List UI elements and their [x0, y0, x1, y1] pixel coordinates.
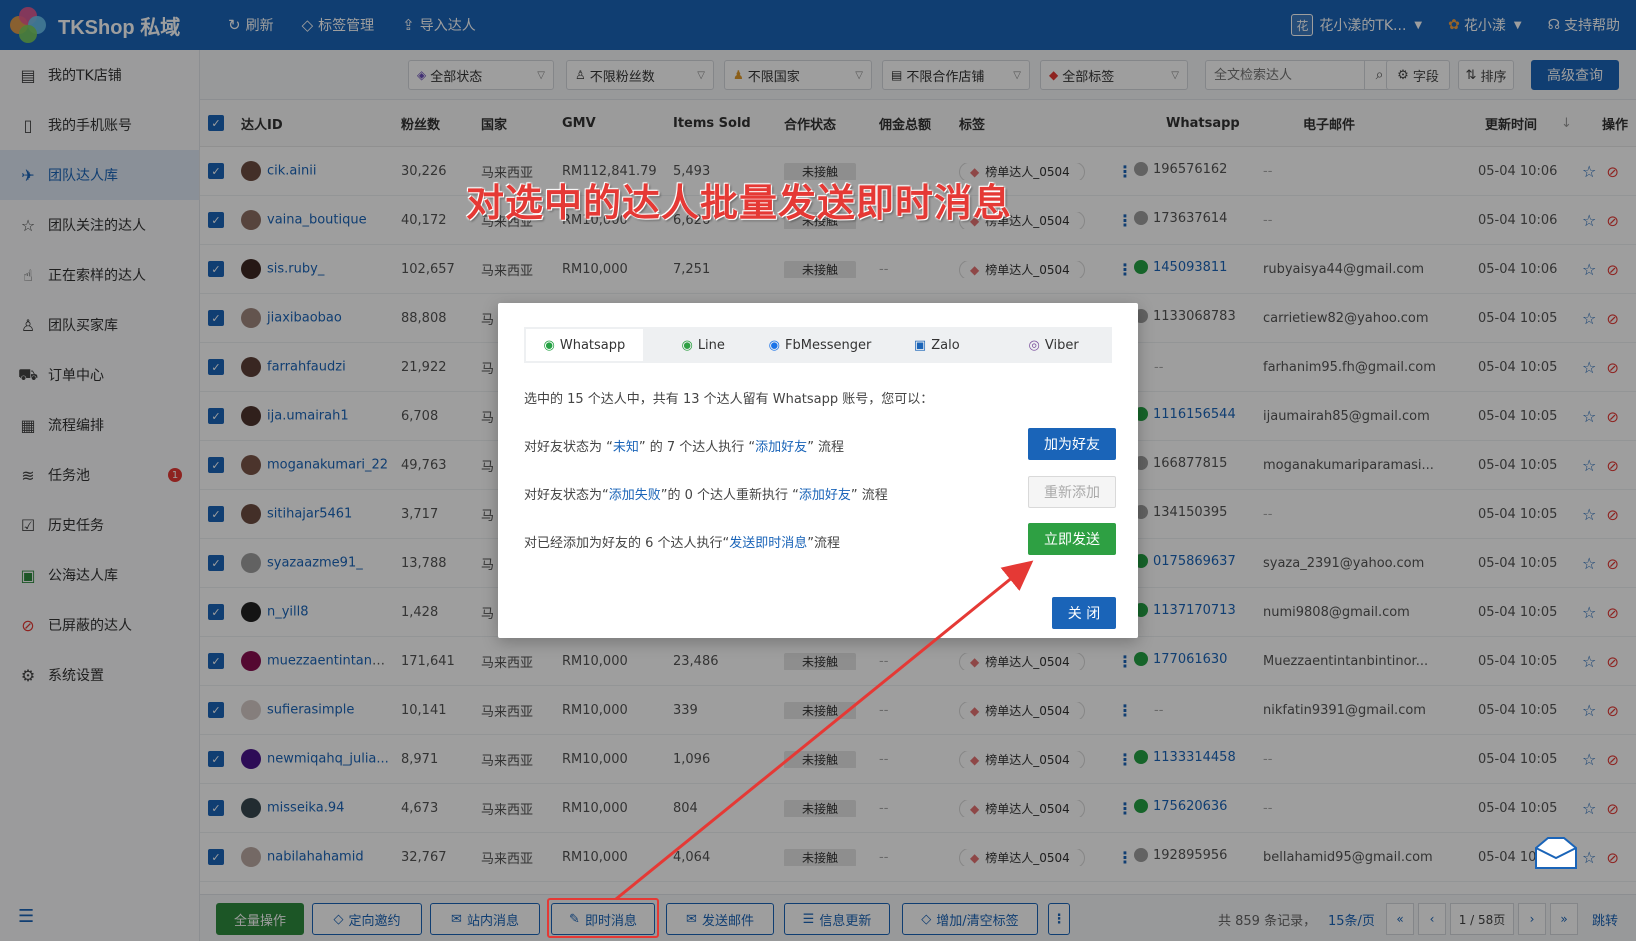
send-now-button[interactable]: 立即发送 [1028, 523, 1116, 555]
add-friend-button[interactable]: 加为好友 [1028, 428, 1116, 460]
tab-fbmessenger[interactable]: ◉ FbMessenger [762, 327, 879, 363]
tab-zalo[interactable]: ▣ Zalo [878, 327, 995, 363]
instant-message-highlight [547, 898, 659, 938]
tab-whatsapp[interactable]: ◉ Whatsapp [526, 329, 643, 361]
instant-message-dialog: ◉ Whatsapp ◉ Line ◉ FbMessenger ▣ Zalo ◎ Vibe… [498, 303, 1138, 638]
viber-icon: ◎ [1028, 337, 1040, 353]
retry-add-button[interactable]: 重新添加 [1028, 476, 1116, 508]
dialog-summary: 选中的 15 个达人中，共有 13 个达人留有 Whatsapp 账号，您可以： [524, 392, 934, 407]
line-icon: ◉ [681, 337, 693, 353]
annotation-headline: 对选中的达人批量发送即时消息 [466, 181, 1013, 225]
chat-widget-icon[interactable] [1528, 834, 1584, 874]
tab-viber[interactable]: ◎ Viber [995, 327, 1112, 363]
close-button[interactable]: 关 闭 [1052, 597, 1116, 629]
dialog-line-add-friend: 对好友状态为 “未知” 的 7 个达人执行 “添加好友” 流程 [524, 440, 845, 455]
dialog-line-send: 对已经添加为好友的 6 个达人执行“发送即时消息”流程 [524, 536, 841, 551]
whatsapp-icon: ◉ [543, 337, 555, 353]
messenger-icon: ◉ [768, 337, 780, 353]
channel-tabs: ◉ Whatsapp ◉ Line ◉ FbMessenger ▣ Zalo ◎ Vibe… [524, 327, 1112, 363]
zalo-icon: ▣ [913, 337, 927, 353]
tab-line[interactable]: ◉ Line [645, 327, 762, 363]
dialog-line-retry: 对好友状态为“添加失败”的 0 个达人重新执行 “添加好友” 流程 [524, 488, 888, 503]
